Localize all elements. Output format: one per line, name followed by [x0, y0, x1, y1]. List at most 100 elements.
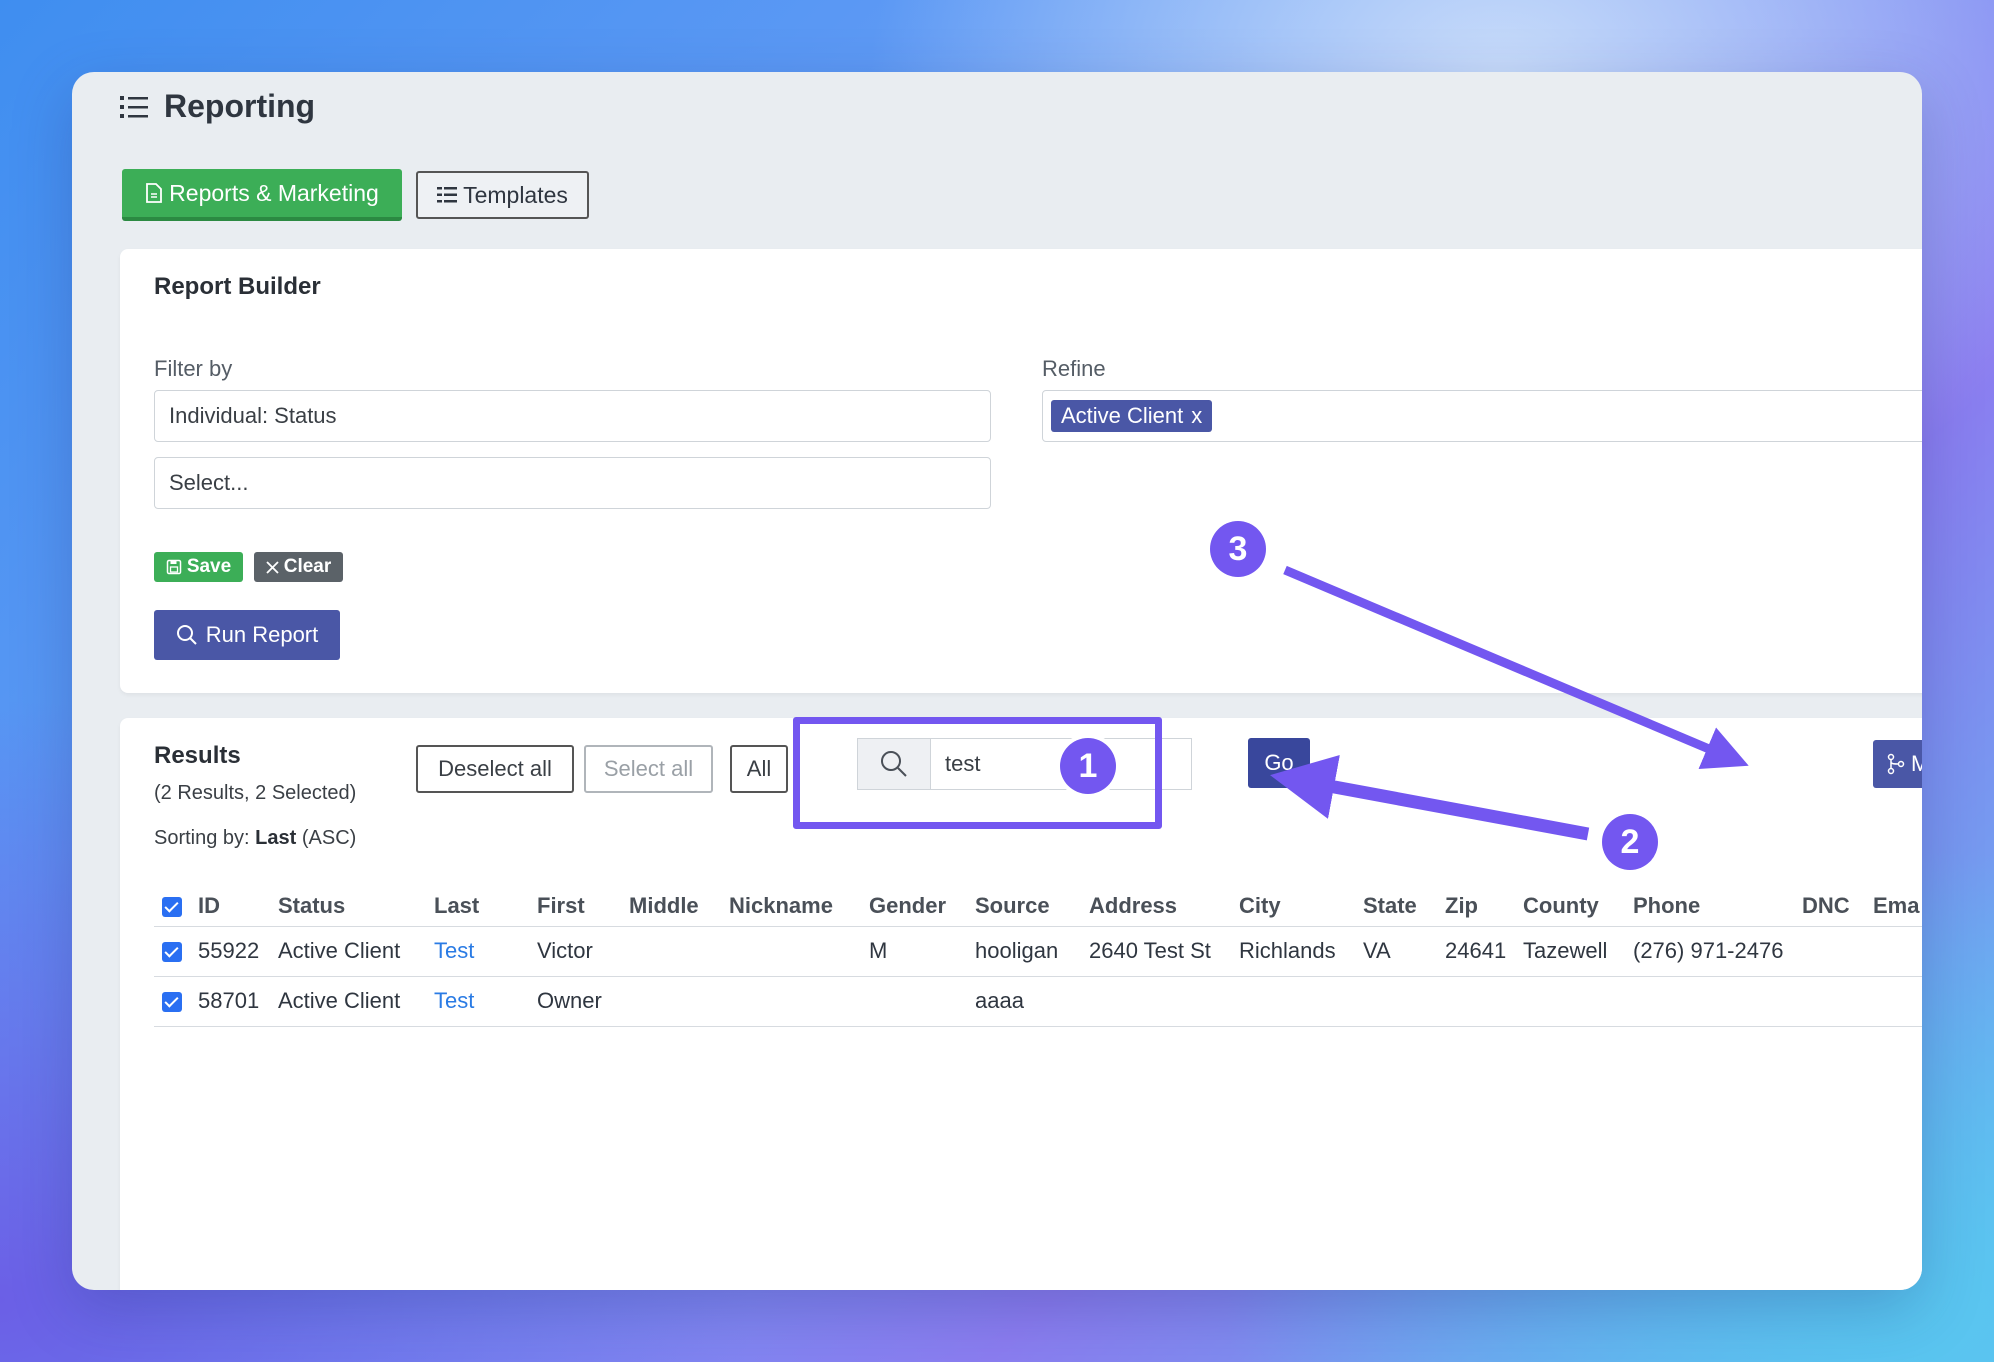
save-icon [166, 559, 182, 575]
row-checkbox[interactable] [162, 992, 182, 1013]
close-icon [266, 560, 279, 574]
table-cell [1239, 975, 1363, 1027]
table-list-icon [437, 187, 458, 203]
refine-multiselect[interactable]: Active Client x [1042, 390, 1922, 442]
table-cell: 2640 Test St [1089, 925, 1239, 976]
results-summary: (2 Results, 2 Selected) [154, 782, 357, 804]
table-cell: Active Client [278, 925, 434, 976]
results-title: Results [154, 742, 241, 769]
step-badge-3: 3 [1210, 521, 1266, 577]
tab-reports-marketing[interactable]: Reports & Marketing [122, 169, 402, 221]
table-cell: Tazewell [1523, 925, 1633, 976]
column-header[interactable]: County [1523, 886, 1633, 926]
filter-by-label: Filter by [154, 356, 233, 381]
select-all-button[interactable]: Select all [584, 745, 713, 793]
sorting-order: (ASC) [296, 827, 357, 849]
table-cell [1873, 925, 1922, 976]
deselect-all-button[interactable]: Deselect all [416, 745, 574, 793]
table-cell [1633, 975, 1802, 1027]
column-header[interactable]: Nickname [729, 886, 869, 926]
step-badge-1: 1 [1060, 738, 1116, 794]
row-checkbox[interactable] [162, 942, 182, 963]
clear-label: Clear [283, 556, 332, 577]
column-header[interactable]: Phone [1633, 886, 1802, 926]
tab-templates-label: Templates [463, 181, 568, 208]
table-cell [1089, 975, 1239, 1027]
tab-templates[interactable]: Templates [416, 171, 589, 219]
merge-icon [1887, 753, 1905, 775]
merge-button[interactable]: Merge [1873, 740, 1922, 788]
table-cell: 58701 [198, 975, 278, 1027]
refine-chip-label: Active Client [1061, 403, 1184, 428]
table-cell: hooligan [975, 925, 1089, 976]
page-title: Reporting [118, 88, 315, 125]
table-cell [1363, 975, 1445, 1027]
clear-button[interactable]: Clear [254, 552, 343, 582]
column-header[interactable]: State [1363, 886, 1445, 926]
filter-field-select[interactable]: Individual: Status [154, 390, 991, 442]
column-header[interactable]: Middle [629, 886, 729, 926]
table-cell [1802, 975, 1873, 1027]
sorting-field: Last [255, 827, 297, 849]
row-checkbox-cell[interactable] [154, 925, 198, 976]
table-row: 55922 Active Client Test Victor M hoolig… [154, 925, 1922, 976]
table-cell [1523, 975, 1633, 1027]
run-report-button[interactable]: Run Report [154, 610, 340, 660]
table-cell: Owner [537, 975, 629, 1027]
table-cell: VA [1363, 925, 1445, 976]
row-checkbox-cell[interactable] [154, 975, 198, 1027]
column-header[interactable]: Address [1089, 886, 1239, 926]
run-report-label: Run Report [205, 622, 319, 647]
table-cell: Victor [537, 925, 629, 976]
merge-label: Merge [1911, 751, 1922, 776]
header-checkbox[interactable] [162, 896, 182, 917]
report-builder-card: Report Builder Filter by Individual: Sta… [120, 249, 1922, 693]
table-cell: (276) 971-2476 [1633, 925, 1802, 976]
reporting-window: Reporting Reports & Marketing Templates … [72, 72, 1922, 1290]
step-badge-2: 2 [1602, 814, 1658, 870]
all-button[interactable]: All [730, 745, 788, 793]
table-cell: M [869, 925, 975, 976]
table-cell [629, 975, 729, 1027]
table-cell: Active Client [278, 975, 434, 1027]
column-header[interactable]: Ema [1873, 886, 1922, 926]
search-icon [176, 625, 197, 645]
column-header[interactable]: First [537, 886, 629, 926]
filter-value-select[interactable]: Select... [154, 457, 991, 509]
page-title-text: Reporting [164, 88, 316, 124]
results-table: ID Status Last First Middle Nickname Gen… [154, 886, 1922, 1027]
report-builder-title: Report Builder [154, 273, 321, 300]
table-cell [1445, 975, 1523, 1027]
column-header[interactable]: Zip [1445, 886, 1523, 926]
table-cell [869, 975, 975, 1027]
table-cell: aaaa [975, 975, 1089, 1027]
chip-remove-icon[interactable]: x [1191, 403, 1202, 429]
document-icon [146, 183, 163, 203]
table-cell-link[interactable]: Test [434, 925, 537, 976]
table-cell: 24641 [1445, 925, 1523, 976]
table-cell [729, 975, 869, 1027]
column-header[interactable]: City [1239, 886, 1363, 926]
table-header-row: ID Status Last First Middle Nickname Gen… [154, 886, 1922, 926]
table-cell [1873, 975, 1922, 1027]
sorting-prefix: Sorting by: [154, 827, 256, 849]
filter-value-placeholder: Select... [169, 470, 249, 495]
column-header[interactable]: Gender [869, 886, 975, 926]
column-header[interactable]: Status [278, 886, 434, 926]
save-label: Save [186, 556, 232, 577]
column-header[interactable]: ID [198, 886, 278, 926]
select-all-checkbox-cell[interactable] [154, 886, 198, 926]
table-cell: 55922 [198, 925, 278, 976]
column-header[interactable]: Source [975, 886, 1089, 926]
table-cell: Richlands [1239, 925, 1363, 976]
table-cell [1802, 925, 1873, 976]
save-button[interactable]: Save [154, 552, 243, 582]
table-cell [629, 925, 729, 976]
refine-label: Refine [1042, 356, 1106, 381]
column-header[interactable]: DNC [1802, 886, 1873, 926]
table-cell-link[interactable]: Test [434, 975, 537, 1027]
list-icon [120, 95, 148, 118]
refine-chip-active-client: Active Client x [1051, 400, 1213, 432]
column-header[interactable]: Last [434, 886, 537, 926]
go-button[interactable]: Go [1248, 738, 1310, 788]
